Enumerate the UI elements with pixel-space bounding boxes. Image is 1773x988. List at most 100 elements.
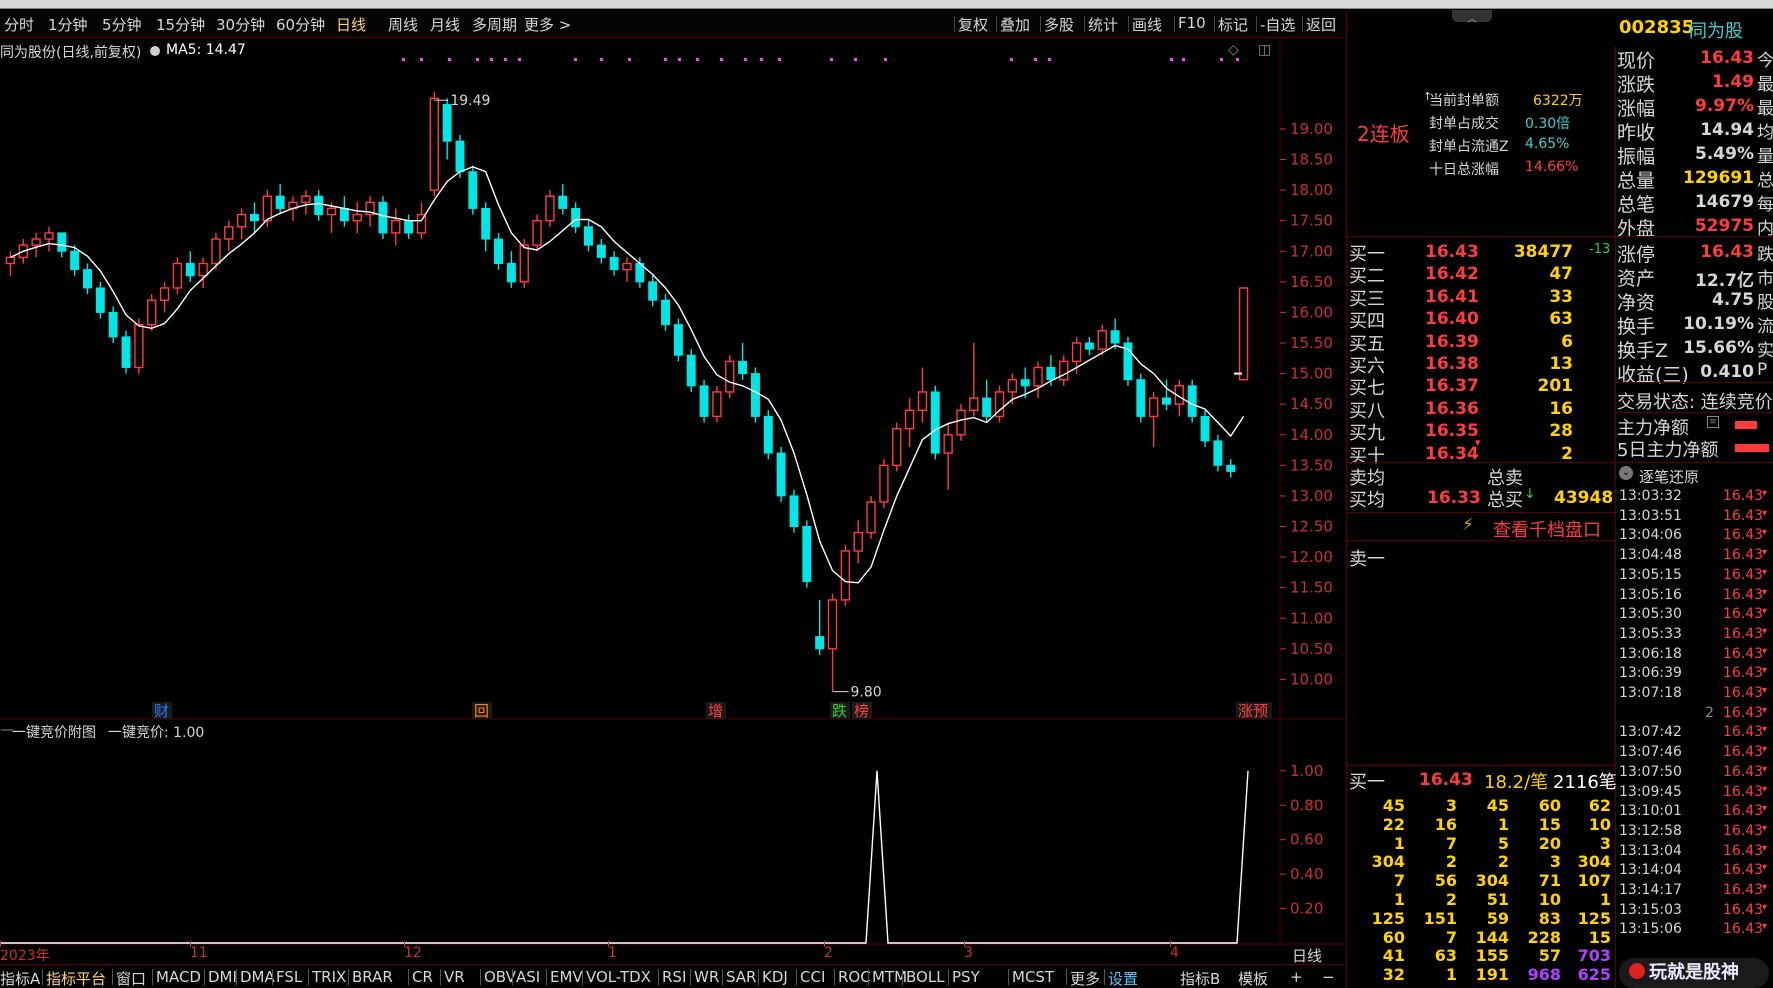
candle-body-up[interactable] [262, 195, 273, 222]
bid-volume[interactable]: 2 [1469, 444, 1573, 464]
indicator-tab-16[interactable]: WR [694, 968, 719, 986]
candle-body-up[interactable] [725, 360, 735, 393]
candle-body-down[interactable] [314, 195, 324, 216]
candle-body-down[interactable] [339, 207, 349, 222]
candle-body-down[interactable] [815, 636, 825, 650]
indicator-tab-2[interactable]: 窗口 [116, 968, 146, 988]
candle-body-up[interactable] [866, 501, 876, 534]
candle-body-down[interactable] [1084, 342, 1094, 350]
candle-body-down[interactable] [1020, 379, 1030, 387]
bid-volume[interactable]: 13 [1469, 354, 1573, 374]
candle-body-up[interactable] [352, 213, 362, 222]
tool-button-7[interactable]: -自选 [1260, 14, 1295, 35]
candle-body-up[interactable] [840, 550, 851, 601]
candle-body-up[interactable] [892, 427, 902, 467]
indicator-tab-10[interactable]: VR [444, 968, 465, 986]
candle-body-up[interactable] [1071, 342, 1082, 363]
candle-body-down[interactable] [468, 171, 478, 209]
indicator-tab-23[interactable]: PSY [952, 968, 980, 986]
candle-body-down[interactable] [275, 195, 285, 209]
candle-body-down[interactable] [1226, 464, 1236, 472]
bid-volume[interactable]: 47 [1469, 264, 1573, 284]
tool-button-8[interactable]: 返回 [1306, 14, 1336, 35]
candle-body-down[interactable] [763, 415, 773, 454]
candlestick-chart[interactable]: 19.00 18.50 18.00 17.50 17.00 16.50 16.00 15.50… [0, 38, 1346, 720]
candle-body-down[interactable] [789, 495, 799, 528]
candle-body-down[interactable] [455, 140, 465, 173]
indicator-tab-1[interactable]: 指标平台 [46, 968, 106, 988]
indicator-right-3[interactable]: − [1322, 968, 1335, 986]
candle-body-up[interactable] [301, 195, 311, 204]
ticks-header[interactable]: 逐笔还原 [1639, 466, 1699, 487]
candle-body-up[interactable] [1148, 397, 1159, 418]
indicator-tab-20[interactable]: ROC [838, 968, 871, 986]
candle-body-up[interactable] [147, 299, 157, 326]
candle-body-up[interactable] [917, 391, 928, 411]
candle-body-down[interactable] [738, 360, 748, 375]
bid-volume[interactable]: 38477 [1469, 242, 1573, 262]
candle-body-down[interactable] [70, 250, 80, 271]
candle-body-down[interactable] [108, 311, 118, 338]
indicator-tab-15[interactable]: RSI [662, 968, 686, 986]
candle-body-up[interactable] [1007, 379, 1018, 393]
period-tab-6[interactable]: 日线 [336, 14, 366, 35]
candle-body-up[interactable] [956, 409, 966, 436]
candle-body-down[interactable] [95, 287, 105, 313]
indicator-right-2[interactable]: + [1290, 968, 1303, 986]
tool-button-1[interactable]: 叠加 [1000, 14, 1030, 35]
period-tab-2[interactable]: 5分钟 [102, 14, 142, 35]
candle-body-up[interactable] [391, 219, 401, 234]
indicator-right-0[interactable]: 指标B [1180, 968, 1220, 988]
order-depth-link[interactable]: 查看千档盘口 [1493, 516, 1601, 542]
candle-body-up[interactable] [429, 97, 440, 191]
period-tab-7[interactable]: 周线 [388, 14, 418, 35]
candle-body-down[interactable] [802, 526, 812, 583]
candle-body-down[interactable] [57, 232, 67, 252]
candle-body-down[interactable] [661, 299, 671, 326]
candle-body-down[interactable] [930, 391, 940, 454]
bid-volume[interactable]: 28 [1469, 421, 1573, 441]
indicator-tab-7[interactable]: TRIX [312, 968, 346, 986]
period-tab-9[interactable]: 多周期 [472, 14, 517, 35]
indicator-tab-24[interactable]: MCST [1012, 968, 1054, 986]
candle-body-up[interactable] [236, 213, 247, 228]
event-marker[interactable]: 财 [154, 702, 169, 720]
candle-body-down[interactable] [686, 354, 696, 387]
indicator-tab-0[interactable]: 指标A [0, 968, 40, 988]
candle-body-down[interactable] [378, 201, 388, 234]
event-marker[interactable]: 涨预 [1238, 702, 1268, 720]
indicator-tab-14[interactable]: VOL-TDX [586, 968, 651, 986]
candle-body-down[interactable] [558, 195, 568, 209]
indicator-tab-17[interactable]: SAR [726, 968, 756, 986]
candle-body-down[interactable] [609, 256, 619, 271]
bid-volume[interactable]: 16 [1469, 399, 1573, 419]
candle-body-down[interactable] [571, 207, 581, 228]
indicator-tab-22[interactable]: BOLL [906, 968, 945, 986]
candle-body-up[interactable] [224, 226, 234, 240]
candle-body-down[interactable] [1110, 330, 1120, 344]
candle-body-down[interactable] [442, 103, 452, 142]
tool-button-5[interactable]: F10 [1178, 14, 1206, 32]
candle-body-up[interactable] [904, 409, 915, 430]
auction-subchart[interactable]: 1.00 0.80 0.60 0.40 0.20 [0, 719, 1346, 945]
candle-body-up[interactable] [44, 232, 54, 240]
candle-body-up[interactable] [326, 207, 337, 216]
candle-body-down[interactable] [1046, 366, 1056, 381]
candle-body-down[interactable] [699, 385, 709, 417]
event-marker[interactable]: 榜 [854, 702, 869, 720]
candle-body-up[interactable] [1059, 360, 1069, 381]
bid-volume[interactable]: 63 [1469, 309, 1573, 329]
candle-body-up[interactable] [712, 391, 722, 418]
candle-body-down[interactable] [1200, 415, 1210, 442]
candle-body-down[interactable] [121, 336, 131, 368]
candle-body-down[interactable] [1187, 385, 1197, 417]
tool-button-6[interactable]: 标记 [1218, 14, 1248, 35]
tool-button-2[interactable]: 多股 [1044, 14, 1074, 35]
candle-body-down[interactable] [1213, 440, 1223, 466]
candle-body-up[interactable] [622, 262, 632, 271]
candle-body-up[interactable] [545, 195, 555, 222]
tool-button-0[interactable]: 复权 [958, 14, 988, 35]
indicator-tab-19[interactable]: CCI [800, 968, 825, 986]
candle-body-up[interactable] [1097, 330, 1107, 350]
period-footer[interactable]: 日线 [1292, 945, 1322, 966]
